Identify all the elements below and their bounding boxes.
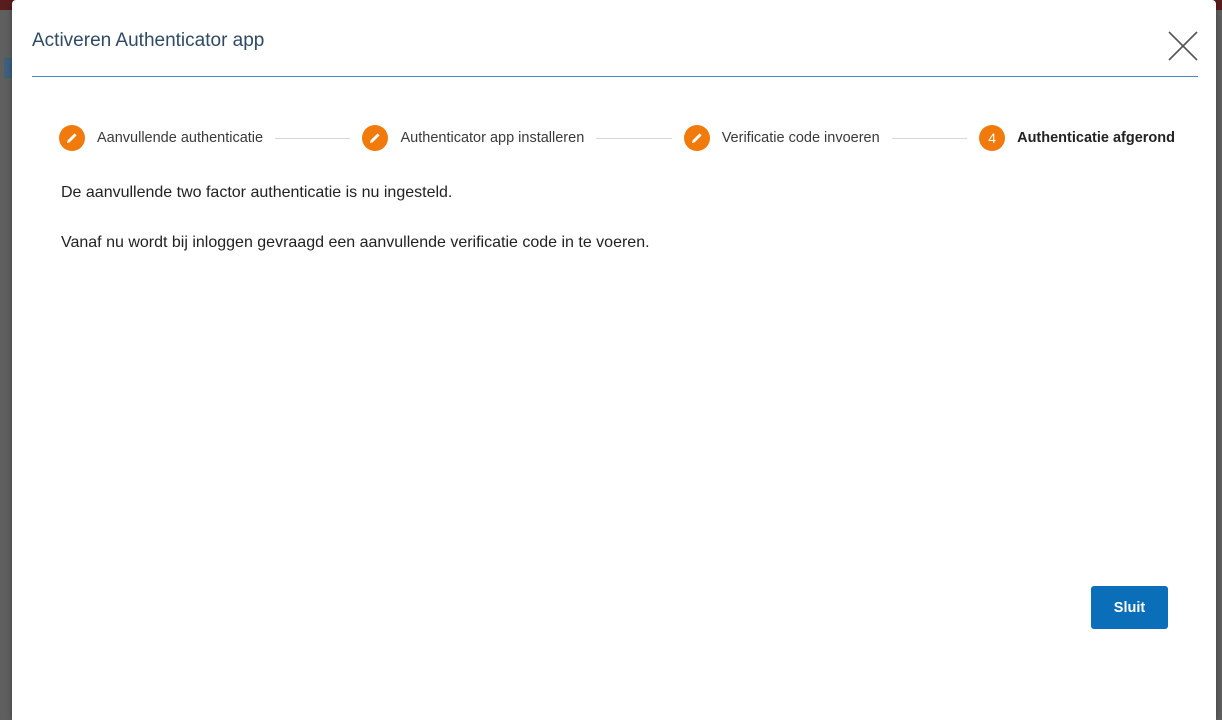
pencil-icon: [683, 125, 710, 151]
info-text: Vanaf nu wordt bij inloggen gevraagd een…: [61, 234, 650, 251]
pencil-icon: [362, 125, 389, 151]
step-label: Verificatie code invoeren: [721, 130, 880, 146]
step-label: Authenticatie afgerond: [1017, 130, 1175, 146]
confirmation-text: De aanvullende two factor authenticatie …: [61, 184, 453, 201]
step-authenticatie-afgerond[interactable]: 4 Authenticatie afgerond: [979, 125, 1175, 151]
backdrop-right-strip: [1216, 10, 1222, 720]
backdrop-left-strip: [0, 10, 12, 720]
pencil-icon: [59, 125, 85, 151]
stepper: Aanvullende authenticatie Authenticator …: [59, 124, 1175, 152]
dialog-header: Activeren Authenticator app: [32, 18, 1198, 77]
authenticator-dialog: Activeren Authenticator app Aanvullende …: [12, 0, 1216, 720]
step-authenticator-app-installeren[interactable]: Authenticator app installeren: [362, 125, 584, 151]
step-number-badge: 4: [979, 125, 1006, 151]
step-label: Aanvullende authenticatie: [97, 130, 264, 146]
step-verificatie-code-invoeren[interactable]: Verificatie code invoeren: [683, 125, 880, 151]
backdrop-accent: [4, 58, 12, 78]
step-connector: [596, 137, 672, 139]
close-icon[interactable]: [1166, 29, 1200, 63]
step-label: Authenticator app installeren: [400, 130, 585, 146]
step-connector: [275, 137, 351, 139]
step-connector: [891, 137, 968, 139]
dialog-title: Activeren Authenticator app: [32, 30, 265, 51]
sluit-button[interactable]: Sluit: [1091, 586, 1168, 629]
dialog-content: De aanvullende two factor authenticatie …: [61, 180, 1161, 280]
step-aanvullende-authenticatie[interactable]: Aanvullende authenticatie: [59, 125, 263, 151]
